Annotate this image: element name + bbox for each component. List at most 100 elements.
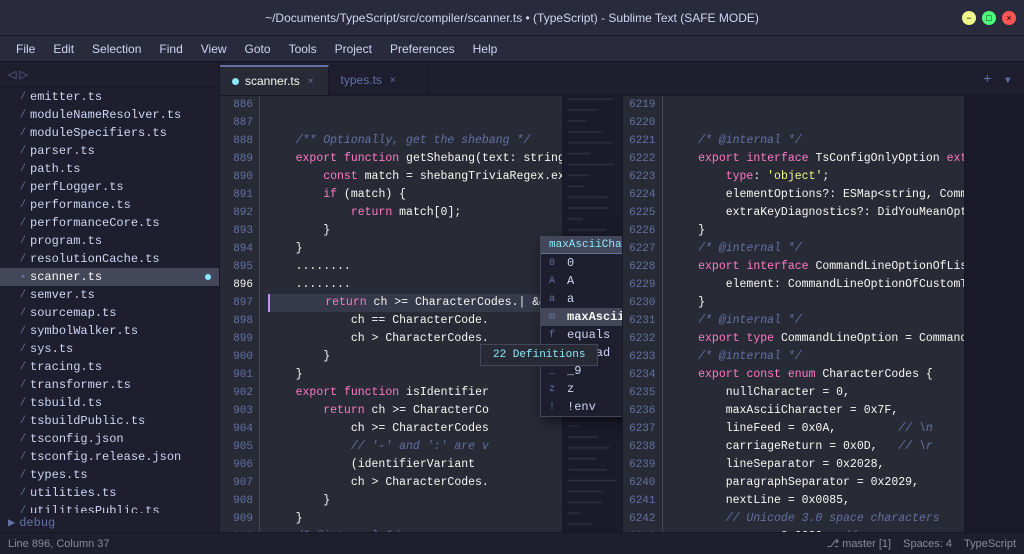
tab-types-label: types.ts — [341, 73, 382, 87]
file-label: sys.ts — [30, 342, 73, 356]
sidebar-file-tsbuild-ts[interactable]: /tsbuild.ts — [0, 394, 219, 412]
nav-arrows[interactable]: ◁ ▷ — [8, 68, 28, 81]
sidebar-file-tsconfig-release.json[interactable]: /tsconfig.release.json — [0, 448, 219, 466]
ac-icon-maxascii: ⊡ — [549, 311, 561, 323]
folder-debug[interactable]: ▶ debug — [0, 513, 219, 532]
git-icon: ⎇ — [826, 538, 839, 550]
file-label: tsbuild.ts — [30, 396, 102, 410]
sidebar-file-resolutionCache-ts[interactable]: /resolutionCache.ts — [0, 250, 219, 268]
code-line-891: } — [268, 222, 554, 240]
right-code-area[interactable]: 6219622062216222622362246225622662276228… — [623, 96, 1024, 532]
menu-goto[interactable]: Goto — [237, 40, 279, 58]
sidebar-file-utilitiesPublic-ts[interactable]: /utilitiesPublic.ts — [0, 502, 219, 513]
autocomplete-popup[interactable]: maxAsciiCharacter 0 0 A A a a ⊡ — [540, 236, 622, 417]
file-icon: / — [20, 290, 26, 301]
status-spaces[interactable]: Spaces: 4 — [903, 538, 952, 550]
tabs-bar: scanner.ts × types.ts × + ▾ — [220, 62, 1024, 96]
tab-scanner-close[interactable]: × — [306, 74, 316, 89]
ac-item-a[interactable]: a a — [541, 290, 622, 308]
menu-preferences[interactable]: Preferences — [382, 40, 463, 58]
sidebar-file-utilities-ts[interactable]: /utilities.ts — [0, 484, 219, 502]
tab-types[interactable]: types.ts × — [329, 65, 429, 95]
menu-view[interactable]: View — [193, 40, 235, 58]
maximize-button[interactable]: □ — [982, 11, 996, 25]
file-icon: / — [20, 344, 26, 355]
tab-types-close[interactable]: × — [388, 73, 398, 88]
menu-project[interactable]: Project — [327, 40, 380, 58]
ac-item-0[interactable]: 0 0 — [541, 254, 622, 272]
code-line-right-6219: /* @internal */ — [671, 132, 957, 150]
code-line-903: return ch >= CharacterCo — [268, 402, 554, 420]
menu-edit[interactable]: Edit — [45, 40, 82, 58]
nav-dropdown-button[interactable]: ▾ — [1000, 70, 1016, 91]
file-label: resolutionCache.ts — [30, 252, 160, 266]
sidebar-file-scanner-ts[interactable]: ✦scanner.ts — [0, 268, 219, 286]
code-line-894: ........ — [268, 258, 554, 276]
right-code-content[interactable]: /* @internal */ export interface TsConfi… — [663, 96, 965, 532]
menu-help[interactable]: Help — [465, 40, 506, 58]
sidebar-file-moduleNameResolver-ts[interactable]: /moduleNameResolver.ts — [0, 106, 219, 124]
file-icon: / — [20, 218, 26, 229]
branch-label: master [1] — [842, 538, 891, 550]
file-label: transformer.ts — [30, 378, 131, 392]
code-line-904: ch >= CharacterCodes — [268, 420, 554, 438]
sidebar-file-performanceCore-ts[interactable]: /performanceCore.ts — [0, 214, 219, 232]
tab-scanner-label: scanner.ts — [245, 74, 300, 88]
sidebar-file-path-ts[interactable]: /path.ts — [0, 160, 219, 178]
file-icon: / — [20, 128, 26, 139]
left-code-content[interactable]: /** Optionally, get the shebang */ expor… — [260, 96, 562, 532]
ac-item-equals[interactable]: f equals — [541, 326, 622, 344]
menu-file[interactable]: File — [8, 40, 43, 58]
status-language[interactable]: TypeScript — [964, 538, 1016, 550]
menu-selection[interactable]: Selection — [84, 40, 149, 58]
ac-item-env[interactable]: ! !env #!/usr/bin/env — [541, 398, 622, 416]
sidebar-file-sys-ts[interactable]: / sys.ts — [0, 340, 219, 358]
file-label: path.ts — [30, 162, 80, 176]
sidebar-file-parser-ts[interactable]: /parser.ts — [0, 142, 219, 160]
autocomplete-header: maxAsciiCharacter — [541, 237, 622, 254]
code-line-906: (identifierVariant — [268, 456, 554, 474]
file-label: tsbuildPublic.ts — [30, 414, 145, 428]
status-branch[interactable]: ⎇ master [1] — [826, 537, 891, 550]
menu-find[interactable]: Find — [151, 40, 190, 58]
sidebar-file-sourcemap-ts[interactable]: /sourcemap.ts — [0, 304, 219, 322]
window-title: ~/Documents/TypeScript/src/compiler/scan… — [265, 11, 759, 25]
ac-label-9: _9 — [567, 364, 581, 378]
file-list[interactable]: /emitter.ts/moduleNameResolver.ts / module… — [0, 88, 219, 513]
file-icon: ✦ — [20, 271, 26, 283]
sidebar-file-performance-ts[interactable]: /performance.ts — [0, 196, 219, 214]
sidebar-file-types-ts[interactable]: /types.ts — [0, 466, 219, 484]
sidebar-file-transformer-ts[interactable]: / transformer.ts — [0, 376, 219, 394]
close-button[interactable]: × — [1002, 11, 1016, 25]
sidebar-file-program-ts[interactable]: /program.ts — [0, 232, 219, 250]
sidebar-file-emitter-ts[interactable]: /emitter.ts — [0, 88, 219, 106]
file-label: sourcemap.ts — [30, 306, 116, 320]
code-line-right-6244: nextLine = 0x0085, — [671, 492, 957, 510]
ac-item-maxascii[interactable]: ⊡ maxAsciiCharacter — [541, 308, 622, 326]
ac-label-z: z — [567, 382, 574, 396]
sidebar-file-perfLogger-ts[interactable]: /perfLogger.ts — [0, 178, 219, 196]
file-icon: / — [20, 380, 26, 391]
ac-item-A[interactable]: A A — [541, 272, 622, 290]
file-icon: / — [20, 470, 26, 481]
code-line-right-6223: extraKeyDiagnostics?: DidYouMeanOptionsD… — [671, 204, 957, 222]
ac-item-z[interactable]: z z — [541, 380, 622, 398]
sidebar-file-moduleSpecifiers-ts[interactable]: / moduleSpecifiers.ts — [0, 124, 219, 142]
code-line-right-6240: lineFeed = 0x0A, // \n — [671, 420, 957, 438]
definition-popup[interactable]: 22 Definitions — [480, 344, 598, 366]
status-bar: Line 896, Column 37 ⎇ master [1] Spaces:… — [0, 532, 1024, 554]
file-icon: / — [20, 200, 26, 211]
sidebar-file-semver-ts[interactable]: /semver.ts — [0, 286, 219, 304]
sidebar-file-tsbuildPublic-ts[interactable]: /tsbuildPublic.ts — [0, 412, 219, 430]
sidebar-file-symbolWalker-ts[interactable]: /symbolWalker.ts — [0, 322, 219, 340]
minimize-button[interactable]: − — [962, 11, 976, 25]
definition-link[interactable]: 22 Definitions — [493, 349, 585, 361]
tab-scanner[interactable]: scanner.ts × — [220, 65, 329, 95]
file-label: moduleSpecifiers.ts — [30, 126, 167, 140]
ac-label-0: 0 — [567, 256, 574, 270]
nav-add-button[interactable]: + — [979, 70, 995, 90]
sidebar-file-tracing-ts[interactable]: /tracing.ts — [0, 358, 219, 376]
code-line-902: export function isIdentifier — [268, 384, 554, 402]
menu-tools[interactable]: Tools — [281, 40, 325, 58]
sidebar-file-tsconfig-json[interactable]: /tsconfig.json — [0, 430, 219, 448]
